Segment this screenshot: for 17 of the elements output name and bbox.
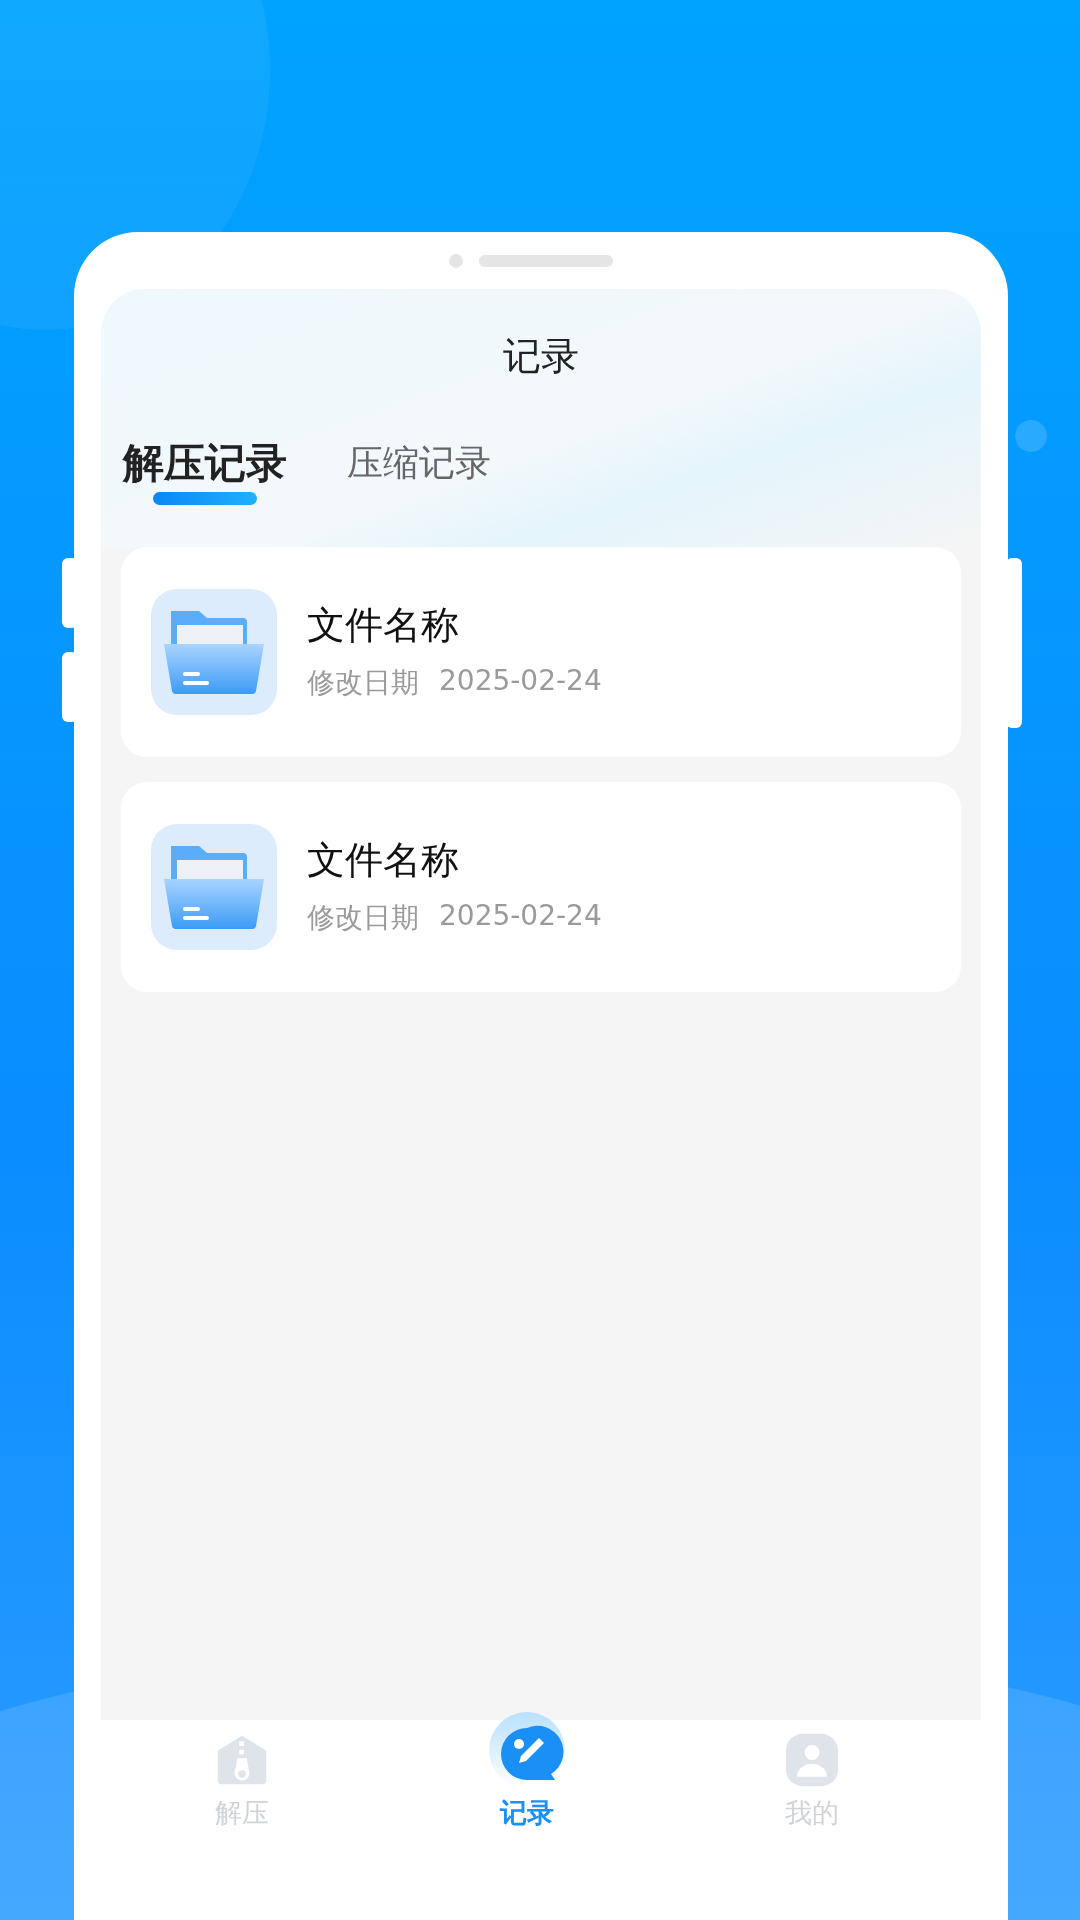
file-date: 2025-02-24 — [439, 899, 602, 934]
file-name: 文件名称 — [307, 837, 460, 883]
file-date: 2025-02-24 — [439, 664, 602, 699]
file-card[interactable]: 文件名称 修改日期 2025-02-24 — [121, 782, 961, 992]
camera-dot — [449, 253, 463, 268]
nav-tab[interactable]: 记录 — [457, 1712, 597, 1830]
person-icon — [784, 1732, 840, 1788]
tab[interactable]: 解压记录 — [123, 441, 287, 511]
date-label: 修改日期 — [307, 665, 419, 701]
file-name: 文件名称 — [307, 602, 460, 648]
date-label: 修改日期 — [307, 900, 419, 936]
page-title: 记录 — [502, 333, 580, 379]
background-circle — [1015, 420, 1047, 452]
folder-icon — [151, 589, 277, 715]
tab[interactable]: 压缩记录 — [347, 441, 491, 511]
folder-icon — [151, 824, 277, 950]
file-card[interactable]: 文件名称 修改日期 2025-02-24 — [121, 547, 961, 757]
